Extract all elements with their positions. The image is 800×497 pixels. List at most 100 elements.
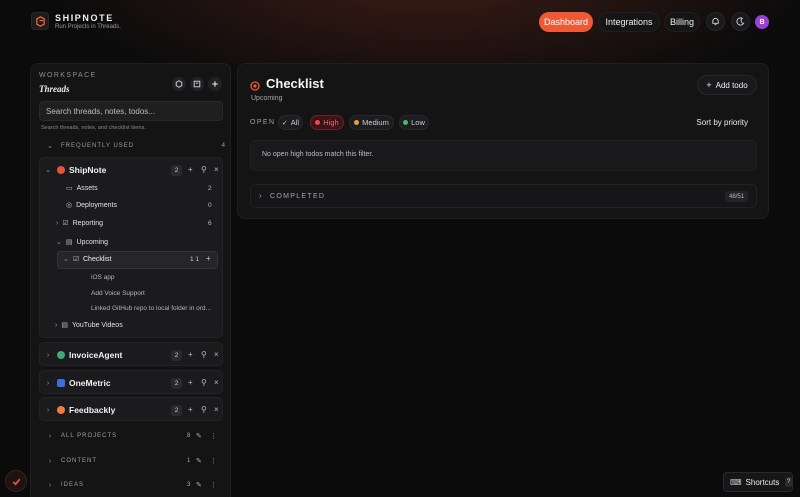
close-icon[interactable]: × <box>214 378 219 387</box>
shipnote-logo-icon[interactable] <box>31 12 49 30</box>
filter-chip-high[interactable]: High <box>310 115 344 130</box>
project-name: Feedbackly <box>69 405 116 415</box>
section-frequently-used[interactable]: ⌄ FREQUENTLY USED 4 <box>45 141 225 151</box>
section-label: FREQUENTLY USED <box>61 143 135 149</box>
check-fab-icon[interactable] <box>5 470 27 492</box>
thread-count: 0 <box>208 202 212 209</box>
chevron-down-icon: ⌄ <box>56 239 62 246</box>
close-icon[interactable]: × <box>214 405 219 414</box>
section-count: 1 <box>187 458 191 464</box>
add-plus-icon[interactable] <box>208 77 222 91</box>
project-name: ShipNote <box>69 165 107 175</box>
brand-tagline: Run Projects in Threads. <box>55 24 121 30</box>
section-content[interactable]: › CONTENT 1 ✎ ⋮ <box>45 456 225 466</box>
thread-item-youtube-videos[interactable]: › ▤ YouTube Videos <box>55 317 123 333</box>
add-plus-icon[interactable]: + <box>188 165 193 174</box>
chevron-right-icon: › <box>46 379 50 387</box>
chevron-right-icon: › <box>55 321 58 329</box>
section-label: CONTENT <box>61 458 97 464</box>
workspace-title: Threads <box>39 84 70 94</box>
project-count: 2 <box>171 404 182 416</box>
project-color-dot <box>57 166 65 174</box>
thread-item-deployments[interactable]: ◎ Deployments <box>66 197 117 213</box>
thread-item-checklist-selected[interactable]: ⌄ ☑ Checklist 1 1 + <box>57 251 218 269</box>
filter-chip-low[interactable]: Low <box>399 115 429 130</box>
nav-integrations-button[interactable]: Integrations <box>598 12 660 32</box>
close-icon[interactable]: × <box>214 350 219 359</box>
close-icon[interactable]: × <box>214 165 219 174</box>
pin-icon[interactable]: ⚲ <box>201 378 207 387</box>
document-icon: ▤ <box>61 322 68 329</box>
add-plus-icon[interactable]: + <box>206 254 211 263</box>
empty-state-message: No open high todos match this filter. <box>250 140 757 171</box>
shortcut-key: ? <box>785 477 792 487</box>
checklist-panel: Checklist Upcoming + Add todo OPEN ✓ All… <box>237 63 769 219</box>
pin-icon[interactable]: ⚲ <box>201 350 207 359</box>
section-ideas[interactable]: › IDEAS 3 ✎ ⋮ <box>45 480 225 490</box>
edit-pencil-icon[interactable]: ✎ <box>196 432 202 440</box>
todo-item[interactable]: iOS app <box>91 274 115 281</box>
add-plus-icon[interactable]: + <box>188 378 193 387</box>
pin-icon[interactable]: ⚲ <box>201 405 207 414</box>
keyboard-icon: ⌨ <box>730 477 742 487</box>
filter-chip-medium[interactable]: Medium <box>349 115 394 130</box>
nav-billing-button[interactable]: Billing <box>664 12 700 32</box>
notifications-bell-icon[interactable] <box>706 12 725 31</box>
more-vertical-icon[interactable]: ⋮ <box>210 432 217 440</box>
add-todo-button[interactable]: + Add todo <box>697 75 757 95</box>
filter-label: All <box>290 118 300 127</box>
completed-section[interactable]: › COMPLETED 48/51 <box>250 184 757 208</box>
project-count: 2 <box>171 164 182 176</box>
todo-item[interactable]: Linked GitHub repo to local folder in or… <box>91 305 211 312</box>
section-count: 4 <box>221 143 225 149</box>
filter-label: High <box>323 118 339 127</box>
archive-box-icon[interactable] <box>190 77 204 91</box>
more-vertical-icon[interactable]: ⋮ <box>210 457 217 465</box>
chevron-right-icon: › <box>48 481 52 489</box>
check-icon: ✓ <box>281 119 288 127</box>
thread-item-upcoming[interactable]: ⌄ ▤ Upcoming <box>56 234 108 250</box>
dark-mode-moon-icon[interactable] <box>731 12 750 31</box>
pin-icon[interactable]: ⚲ <box>201 165 207 174</box>
add-plus-icon[interactable]: + <box>188 405 193 414</box>
thread-item-reporting[interactable]: › ☑ Reporting <box>56 215 103 231</box>
project-header-feedbackly[interactable]: › Feedbackly 2 + ⚲ × <box>40 398 224 422</box>
workspace-label: WORKSPACE <box>39 72 97 79</box>
section-label: ALL PROJECTS <box>61 433 118 439</box>
project-header-invoiceagent[interactable]: › InvoiceAgent 2 + ⚲ × <box>40 343 224 367</box>
section-all-projects[interactable]: › ALL PROJECTS 8 ✎ ⋮ <box>45 431 225 441</box>
project-header-onemetric[interactable]: › OneMetric 2 + ⚲ × <box>40 371 224 395</box>
chevron-down-icon: ⌄ <box>45 167 51 174</box>
search-input[interactable] <box>39 101 223 121</box>
priority-dot <box>315 120 321 125</box>
app-header: SHIPNOTE Run Projects in Threads. Dashbo… <box>0 0 800 46</box>
open-label: OPEN <box>250 119 276 126</box>
add-todo-label: Add todo <box>715 80 748 90</box>
add-plus-icon[interactable]: + <box>188 350 193 359</box>
chevron-right-icon: › <box>46 406 50 414</box>
todo-item[interactable]: Add Voice Support <box>91 290 145 297</box>
project-card-onemetric: › OneMetric 2 + ⚲ × <box>39 370 223 394</box>
add-plus-icon: + <box>706 80 712 90</box>
section-count: 3 <box>187 482 191 488</box>
thread-label: Reporting <box>72 219 103 227</box>
thread-item-assets[interactable]: ▭ Assets <box>66 180 98 196</box>
shortcuts-button[interactable]: ⌨ Shortcuts ? <box>723 472 793 492</box>
checkbox-icon: ☑ <box>73 256 80 263</box>
edit-pencil-icon[interactable]: ✎ <box>196 481 202 489</box>
project-card-feedbackly: › Feedbackly 2 + ⚲ × <box>39 397 223 421</box>
edit-pencil-icon[interactable]: ✎ <box>196 457 202 465</box>
sort-by-priority-button[interactable]: Sort by priority <box>696 118 748 127</box>
nav-dashboard-button[interactable]: Dashboard <box>539 12 593 32</box>
thread-label: Assets <box>76 184 98 192</box>
project-header-shipnote[interactable]: ⌄ ShipNote 2 + ⚲ × <box>40 158 224 182</box>
thread-count: 6 <box>208 220 212 227</box>
project-count: 2 <box>171 377 182 389</box>
checklist-status-icon <box>250 78 260 96</box>
page-subtitle: Upcoming <box>251 95 283 102</box>
document-icon: ▤ <box>65 239 73 246</box>
settings-hex-icon[interactable] <box>172 77 186 91</box>
filter-chip-all[interactable]: ✓ All <box>278 115 303 130</box>
more-vertical-icon[interactable]: ⋮ <box>210 481 217 489</box>
user-avatar[interactable]: B <box>755 15 769 29</box>
